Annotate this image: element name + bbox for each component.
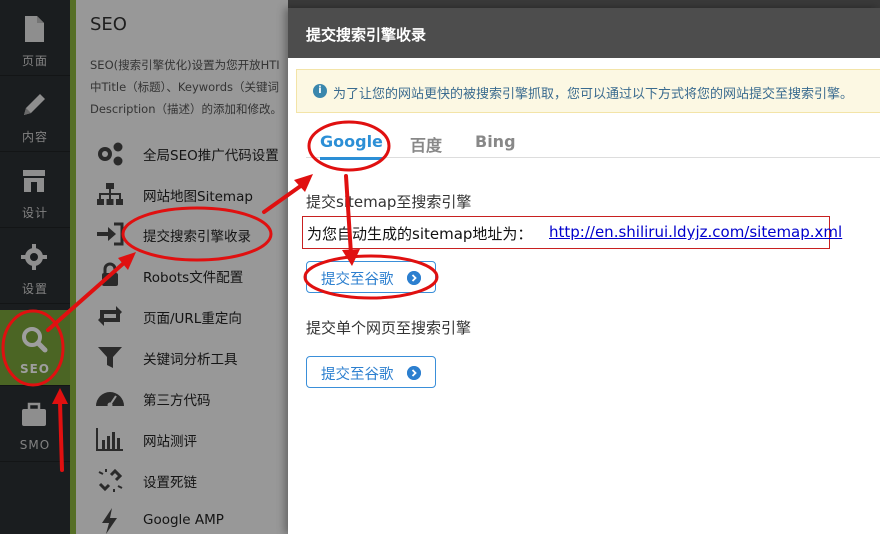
sitemap-url-line: 为您自动生成的sitemap地址为： http://en.shilirui.ld… xyxy=(302,216,842,249)
tab-bing[interactable]: Bing xyxy=(475,132,516,151)
chevron-right-icon xyxy=(407,366,421,380)
submit-google-page-button[interactable]: 提交至谷歌 xyxy=(306,356,436,388)
section-single-page-title: 提交单个网页至搜索引擎 xyxy=(306,319,472,337)
modal-header: 提交搜索引擎收录 xyxy=(288,8,880,58)
info-icon: i xyxy=(313,84,327,98)
tab-google[interactable]: Google xyxy=(320,132,383,160)
tip-text: 为了让您的网站更快的被搜索引擎抓取，您可以通过以下方式将您的网站提交至搜索引擎。 xyxy=(333,87,854,102)
section-sitemap-title: 提交sitemap至搜索引擎 xyxy=(306,193,472,211)
submit-search-modal: 提交搜索引擎收录 i 为了让您的网站更快的被搜索引擎抓取，您可以通过以下方式将您… xyxy=(288,8,880,534)
engine-tabs: Google 百度 Bing xyxy=(306,126,880,160)
sitemap-url-label: 为您自动生成的sitemap地址为： xyxy=(307,225,533,243)
modal-backdrop[interactable] xyxy=(0,0,288,534)
chevron-right-icon xyxy=(407,271,421,285)
tab-baidu[interactable]: 百度 xyxy=(410,132,442,156)
sitemap-url-link[interactable]: http://en.shilirui.ldyjz.com/sitemap.xml xyxy=(549,223,842,241)
info-tip: i 为了让您的网站更快的被搜索引擎抓取，您可以通过以下方式将您的网站提交至搜索引… xyxy=(296,69,880,113)
modal-title: 提交搜索引擎收录 xyxy=(306,26,427,44)
submit-google-sitemap-button[interactable]: 提交至谷歌 xyxy=(306,261,436,293)
